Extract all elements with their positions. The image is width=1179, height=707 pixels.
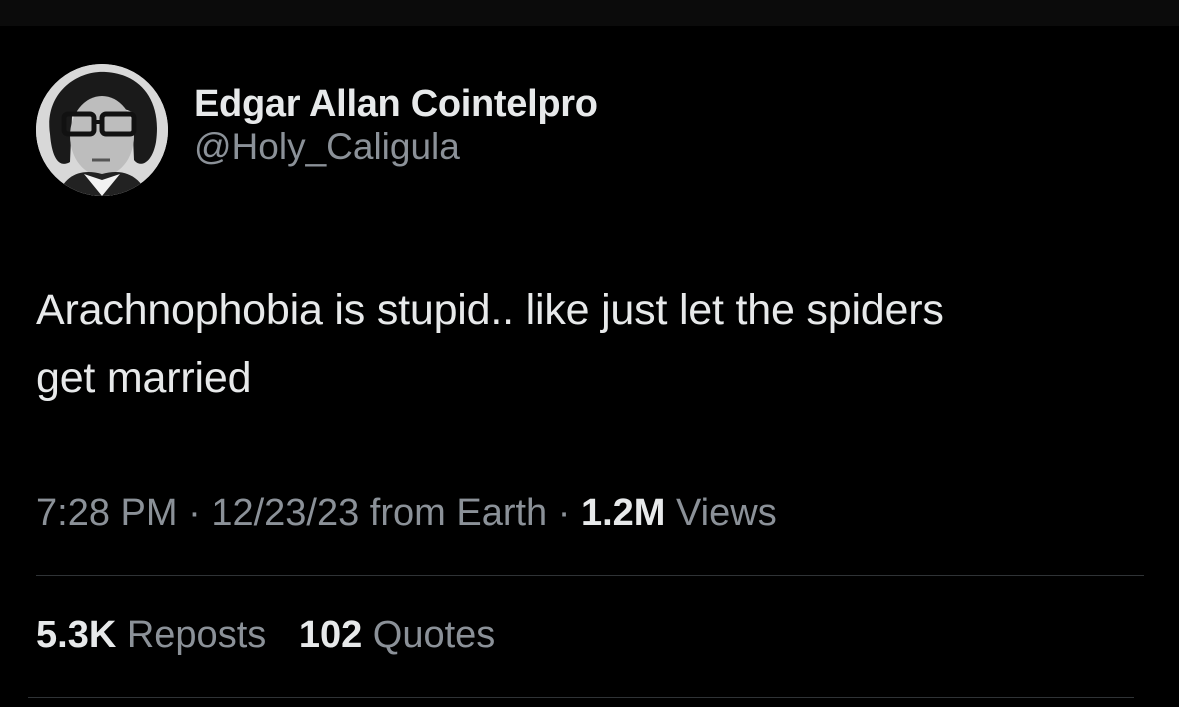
quotes-count: 102 xyxy=(298,614,363,656)
top-bar xyxy=(0,0,1179,26)
display-name[interactable]: Edgar Allan Cointelpro xyxy=(194,82,598,126)
engagement-stats: 5.3K Reposts 102 Quotes xyxy=(36,610,495,660)
tweet-text-line: get married xyxy=(36,354,252,402)
quotes-label: Quotes xyxy=(372,614,496,656)
tweet-time[interactable]: 7:28 PM xyxy=(36,492,178,534)
views-label: Views xyxy=(676,492,777,534)
divider xyxy=(28,697,1134,698)
tweet-date[interactable]: 12/23/23 xyxy=(211,492,359,534)
reposts-count: 5.3K xyxy=(36,614,117,656)
tweet-source: from Earth xyxy=(369,492,548,534)
tweet-text-line: Arachnophobia is stupid.. like just let … xyxy=(36,286,944,334)
reposts-stat[interactable]: 5.3K Reposts xyxy=(36,610,266,660)
profile-photo-icon xyxy=(36,64,168,196)
reposts-label: Reposts xyxy=(126,614,267,656)
quotes-stat[interactable]: 102 Quotes xyxy=(299,610,496,660)
views-count: 1.2M xyxy=(580,492,666,534)
divider xyxy=(36,575,1144,576)
meta-separator: · xyxy=(557,492,571,534)
tweet-header: Edgar Allan Cointelpro @Holy_Caligula xyxy=(36,64,598,198)
user-handle[interactable]: @Holy_Caligula xyxy=(194,125,598,169)
author-names: Edgar Allan Cointelpro @Holy_Caligula xyxy=(194,64,598,169)
tweet-text: Arachnophobia is stupid.. like just let … xyxy=(36,276,1156,412)
meta-separator: · xyxy=(188,492,201,534)
avatar[interactable] xyxy=(36,64,168,196)
tweet-meta: 7:28 PM · 12/23/23 from Earth · 1.2M Vie… xyxy=(36,488,777,538)
